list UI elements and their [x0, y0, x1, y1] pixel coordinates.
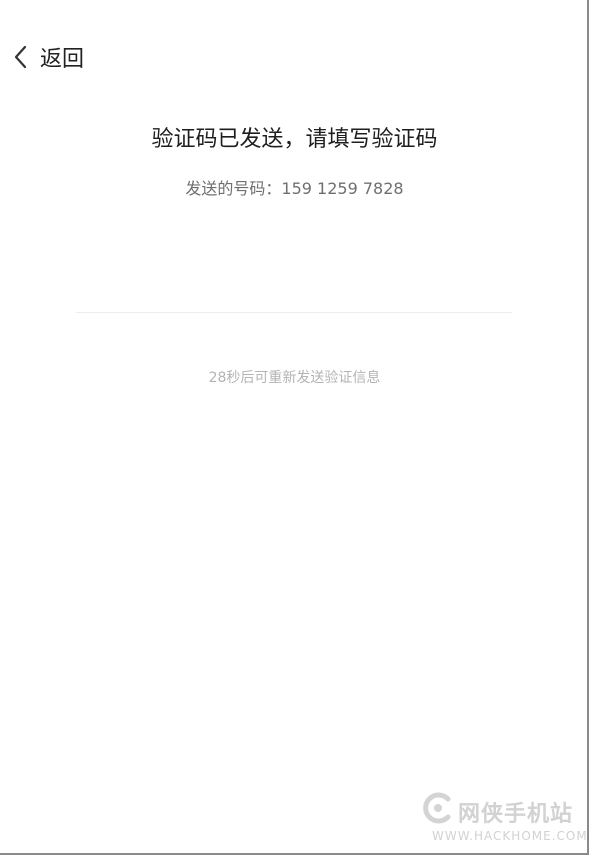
- watermark: 网侠手机站 WWW.HACKHOME.COM: [418, 788, 588, 850]
- watermark-name: 网侠手机站: [458, 802, 574, 827]
- verification-screen: 返回 验证码已发送，请填写验证码 发送的号码：159 1259 7828 28秒…: [0, 0, 589, 855]
- page-title: 验证码已发送，请填写验证码: [151, 127, 438, 152]
- resend-countdown: 28秒后可重新发送验证信息: [208, 370, 381, 386]
- chevron-left-icon: [14, 45, 27, 69]
- verification-code-input[interactable]: [76, 262, 512, 313]
- watermark-url: WWW.HACKHOME.COM: [432, 829, 588, 843]
- sent-phone-number: 发送的号码：159 1259 7828: [185, 179, 404, 198]
- watermark-logo-icon: [423, 792, 451, 824]
- back-label: 返回: [40, 47, 85, 72]
- back-button[interactable]: 返回: [12, 40, 84, 74]
